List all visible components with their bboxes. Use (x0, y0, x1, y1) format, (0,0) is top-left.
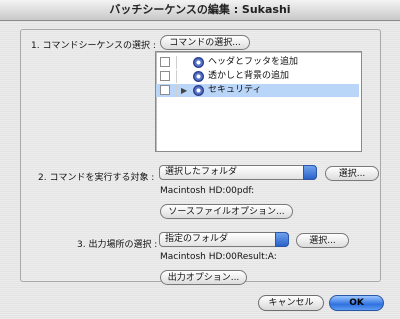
output-location-label: 3. 出力場所の選択 : (77, 240, 158, 250)
window-title: バッチシーケンスの編集 : Sukashi (0, 0, 400, 21)
source-file-options-button[interactable]: ソースファイルオプション... (160, 204, 293, 219)
target-label: 2. コマンドを実行する対象 : (38, 173, 155, 183)
list-item[interactable]: ▶ セキュリティ (156, 84, 359, 97)
gear-icon (193, 71, 204, 82)
disclosure-triangle-icon[interactable]: ▶ (181, 86, 187, 95)
command-label: ヘッダとフッタを追加 (208, 57, 299, 67)
gear-icon (193, 57, 204, 68)
output-choose-button[interactable]: 選択... (296, 233, 349, 248)
popup-arrows-icon (275, 232, 289, 247)
output-popup[interactable]: 指定のフォルダ (159, 232, 289, 247)
output-popup-value: 指定のフォルダ (165, 234, 229, 244)
target-choose-button[interactable]: 選択... (325, 166, 379, 181)
cancel-button[interactable]: キャンセル (258, 295, 324, 311)
command-label: セキュリティ (208, 85, 262, 95)
output-path: Macintosh HD:00Result:A: (160, 252, 277, 262)
column-divider (176, 84, 177, 97)
ok-button[interactable]: OK (329, 295, 384, 311)
list-item[interactable]: ヘッダとフッタを追加 (156, 56, 359, 69)
output-options-button[interactable]: 出力オプション... (160, 270, 247, 285)
popup-arrows-icon (303, 165, 317, 180)
column-divider (176, 70, 177, 83)
select-commands-button[interactable]: コマンドの選択... (160, 35, 250, 50)
command-list[interactable]: ヘッダとフッタを追加 透かしと背景の追加 ▶ セキュリティ (155, 51, 362, 152)
command-label: 透かしと背景の追加 (208, 71, 290, 81)
target-path: Macintosh HD:00pdf: (160, 186, 255, 196)
command-checkbox[interactable] (160, 71, 170, 81)
column-divider (176, 56, 177, 69)
command-checkbox[interactable] (160, 57, 170, 67)
target-popup-value: 選択したフォルダ (165, 167, 238, 177)
command-sequence-label: 1. コマンドシーケンスの選択 : (31, 41, 156, 51)
gear-icon (193, 85, 204, 96)
command-checkbox[interactable] (160, 85, 170, 95)
list-item[interactable]: 透かしと背景の追加 (156, 70, 359, 83)
target-popup[interactable]: 選択したフォルダ (159, 165, 317, 180)
